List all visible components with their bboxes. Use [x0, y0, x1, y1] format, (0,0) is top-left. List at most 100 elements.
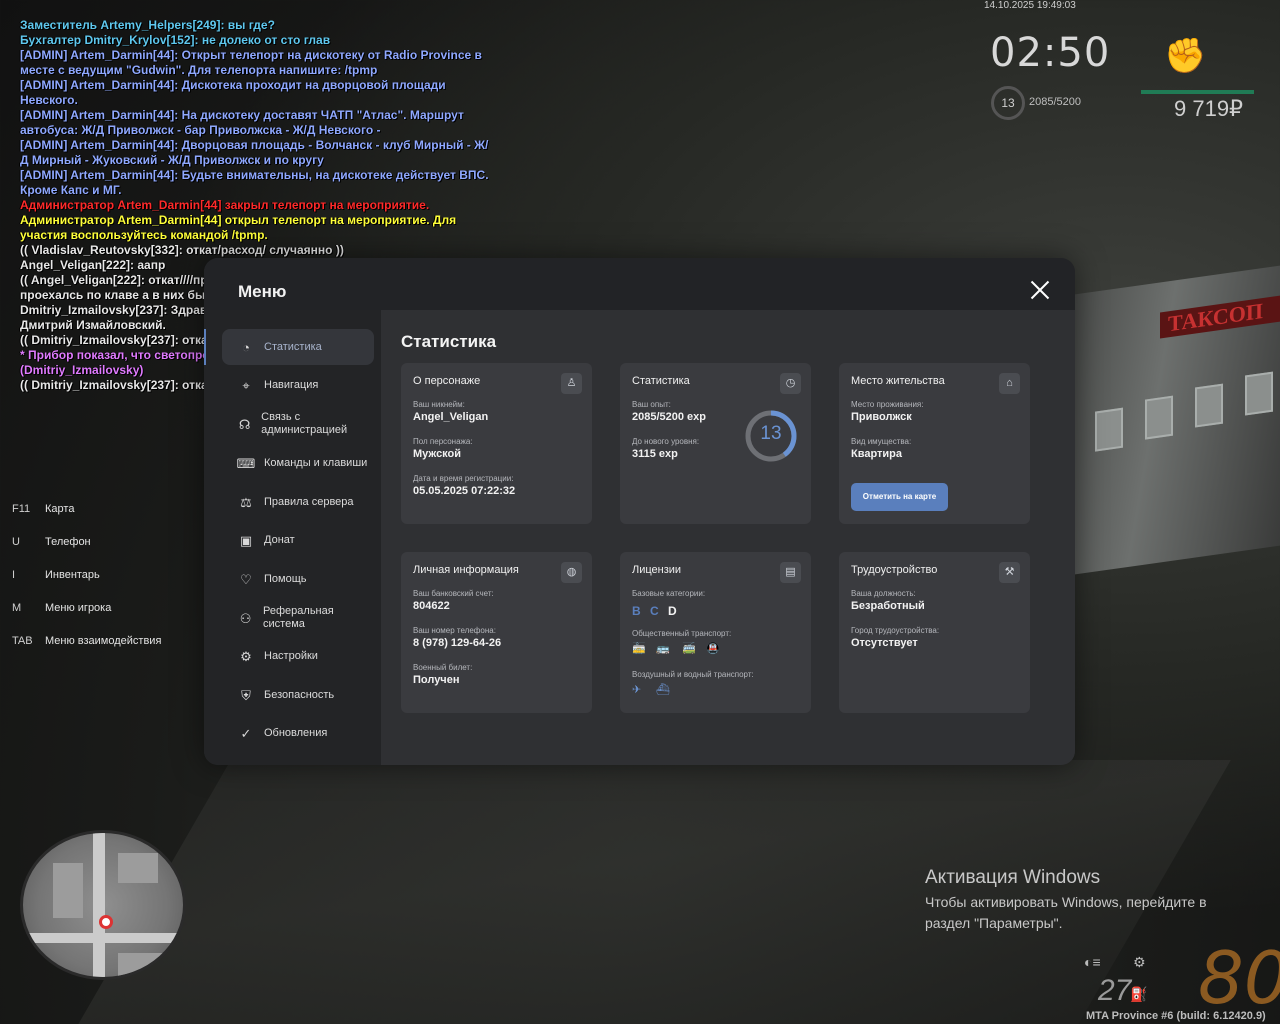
chat-line: [ADMIN] Artem_Darmin[44]: На дискотеку д…	[20, 108, 468, 137]
key-hint-key: I	[12, 569, 16, 581]
chat-line: [ADMIN] Artem_Darmin[44]: Дискотека прох…	[20, 78, 450, 107]
wallet-icon: ▣	[239, 532, 253, 548]
card-licenses: Лицензии ▤ Базовые категории: B C D Обще…	[620, 552, 811, 713]
sidebar-item-label: Правила сервера	[264, 495, 354, 508]
sidebar-item-navigation[interactable]: ⌖ Навигация	[222, 367, 374, 403]
map-block	[118, 953, 163, 977]
mark-on-map-button[interactable]: Отметить на карте	[851, 483, 948, 511]
key-hint: I Инвентарь	[12, 569, 161, 602]
chart-icon: ◔	[242, 339, 250, 355]
document-icon[interactable]: ▤	[780, 562, 801, 583]
navigation-icon: ⌖	[242, 377, 250, 393]
position-label: Ваша должность:	[851, 589, 916, 598]
place-value: Приволжск	[851, 411, 912, 423]
minimap	[20, 830, 186, 980]
windows-activation-title: Активация Windows	[925, 867, 1101, 888]
key-hint-key: F11	[12, 503, 31, 515]
close-icon[interactable]	[1024, 274, 1056, 306]
sidebar-item-label: Безопасность	[264, 688, 335, 701]
category-d: D	[668, 604, 677, 618]
key-hint-label: Меню взаимодействия	[45, 635, 162, 647]
air-water-label: Воздушный и водный транспорт:	[632, 670, 754, 679]
sidebar-item-gear[interactable]: ⚙ Настройки	[222, 638, 374, 674]
keyboard-icon: ⌨	[236, 455, 256, 471]
nick-label: Ваш никнейм:	[413, 400, 465, 409]
key-hint-label: Инвентарь	[45, 569, 100, 581]
sidebar-item-refresh-check[interactable]: ✓ Обновления	[222, 715, 374, 751]
chat-line: [ADMIN] Artem_Darmin[44]: Дворцовая площ…	[20, 138, 489, 167]
phone-value: 8 (978) 129-64-26	[413, 637, 502, 649]
sidebar-item-label: Обновления	[264, 726, 328, 739]
tram-icon: 🚋	[632, 643, 646, 655]
headset-icon: ☊	[238, 416, 251, 432]
position-value: Безработный	[851, 600, 925, 612]
basic-categories-label: Базовые категории:	[632, 589, 706, 598]
sidebar-item-network[interactable]: ⚇ Реферальная система	[222, 600, 374, 636]
phone-label: Ваш номер телефона:	[413, 626, 496, 635]
gender-value: Мужской	[413, 448, 462, 460]
sidebar-item-headset[interactable]: ☊ Связь с администрацией	[222, 406, 374, 442]
key-hint-label: Меню игрока	[45, 602, 112, 614]
palette-icon[interactable]: ◍	[561, 562, 582, 583]
property-label: Вид имущества:	[851, 437, 912, 446]
hud-level-badge: 13	[991, 86, 1025, 120]
card-personal-info: Личная информация ◍ Ваш банковский счет:…	[401, 552, 592, 713]
build-version: MTA Province #6 (build: 6.12420.9)	[1086, 1010, 1266, 1022]
level-number: 13	[760, 423, 782, 444]
military-label: Военный билет:	[413, 663, 473, 672]
sidebar-item-handshake[interactable]: ♡ Помощь	[222, 561, 374, 597]
hud-game-time: 02:50	[990, 30, 1111, 76]
fuel-value: 27	[1098, 974, 1132, 1007]
fuel-pump-icon: ⛽	[1130, 986, 1148, 1002]
trolleybus-icon: 🚎	[682, 643, 696, 655]
chat-line: Администратор Artem_Darmin[44] открыл те…	[20, 213, 460, 242]
sidebar-item-label: Навигация	[264, 378, 319, 391]
sidebar-item-wallet[interactable]: ▣ Донат	[222, 522, 374, 558]
job-city-label: Город трудоустройства:	[851, 626, 940, 635]
sidebar-item-shield[interactable]: ⛨ Безопасность	[222, 677, 374, 713]
map-block	[118, 853, 158, 883]
card-character: О персонаже ♙ Ваш никнейм: Angel_Veligan…	[401, 363, 592, 524]
category-c: C	[650, 604, 659, 618]
plane-icon: ✈	[632, 684, 642, 696]
gear-icon: ⚙	[240, 648, 252, 664]
headlight-icon: ◐≡	[1084, 954, 1101, 970]
hud-money: 9 719₽	[1174, 96, 1244, 121]
windows-activation-notice: Активация Windows Чтобы активировать Win…	[925, 867, 1245, 934]
sidebar-item-keyboard[interactable]: ⌨ Команды и клавиши	[222, 445, 374, 481]
sidebar-item-label: Настройки	[264, 649, 318, 662]
shield-icon: ⛨	[241, 687, 251, 703]
metro-icon: 🚇	[706, 643, 720, 655]
hammer-icon[interactable]: ⚒	[999, 562, 1020, 583]
sidebar-item-label: Статистика	[264, 340, 322, 353]
sidebar-item-chart[interactable]: ◔ Статистика	[222, 329, 374, 365]
home-icon[interactable]: ⌂	[999, 373, 1020, 394]
windows-activation-text: Чтобы активировать Windows, перейдите в …	[925, 894, 1207, 931]
card-title: Личная информация	[413, 564, 519, 576]
chat-line: Бухгалтер Dmitry_Krylov[152]: не долеко …	[20, 33, 331, 47]
sidebar-item-label: Связь с администрацией	[261, 411, 348, 436]
key-hint-key: U	[12, 536, 20, 548]
sidebar-item-scales[interactable]: ⚖ Правила сервера	[222, 484, 374, 520]
key-hint-key: M	[12, 602, 22, 614]
exp-value: 2085/5200 exp	[632, 411, 707, 423]
map-road	[93, 833, 105, 977]
building-window	[1195, 383, 1223, 428]
menu-title: Меню	[238, 282, 287, 301]
sidebar-active-indicator	[204, 329, 206, 365]
menu-content: Статистика О персонаже ♙ Ваш никнейм: An…	[381, 310, 1075, 765]
chat-line: [ADMIN] Artem_Darmin[44]: Будьте внимате…	[20, 168, 492, 197]
clock-icon[interactable]: ◷	[780, 373, 801, 394]
key-hints: F11 Карта U Телефон I Инвентарь M Меню игрока TA…	[12, 503, 161, 668]
card-residence: Место жительства ⌂ Место проживания: При…	[839, 363, 1030, 524]
scales-icon: ⚖	[240, 494, 252, 510]
sidebar-item-label: Команды и клавиши	[264, 456, 368, 469]
user-icon[interactable]: ♙	[561, 373, 582, 394]
engine-icon: ⚙	[1133, 954, 1146, 970]
chat-line: (( Vladislav_Reutovsky[332]: откат/расхо…	[20, 243, 344, 257]
map-road	[23, 933, 183, 943]
gender-label: Пол персонажа:	[413, 437, 473, 446]
next-level-value: 3115 exp	[632, 448, 678, 460]
hud-datetime: 14.10.2025 19:49:03	[984, 0, 1076, 11]
exp-label: Ваш опыт:	[632, 400, 671, 409]
